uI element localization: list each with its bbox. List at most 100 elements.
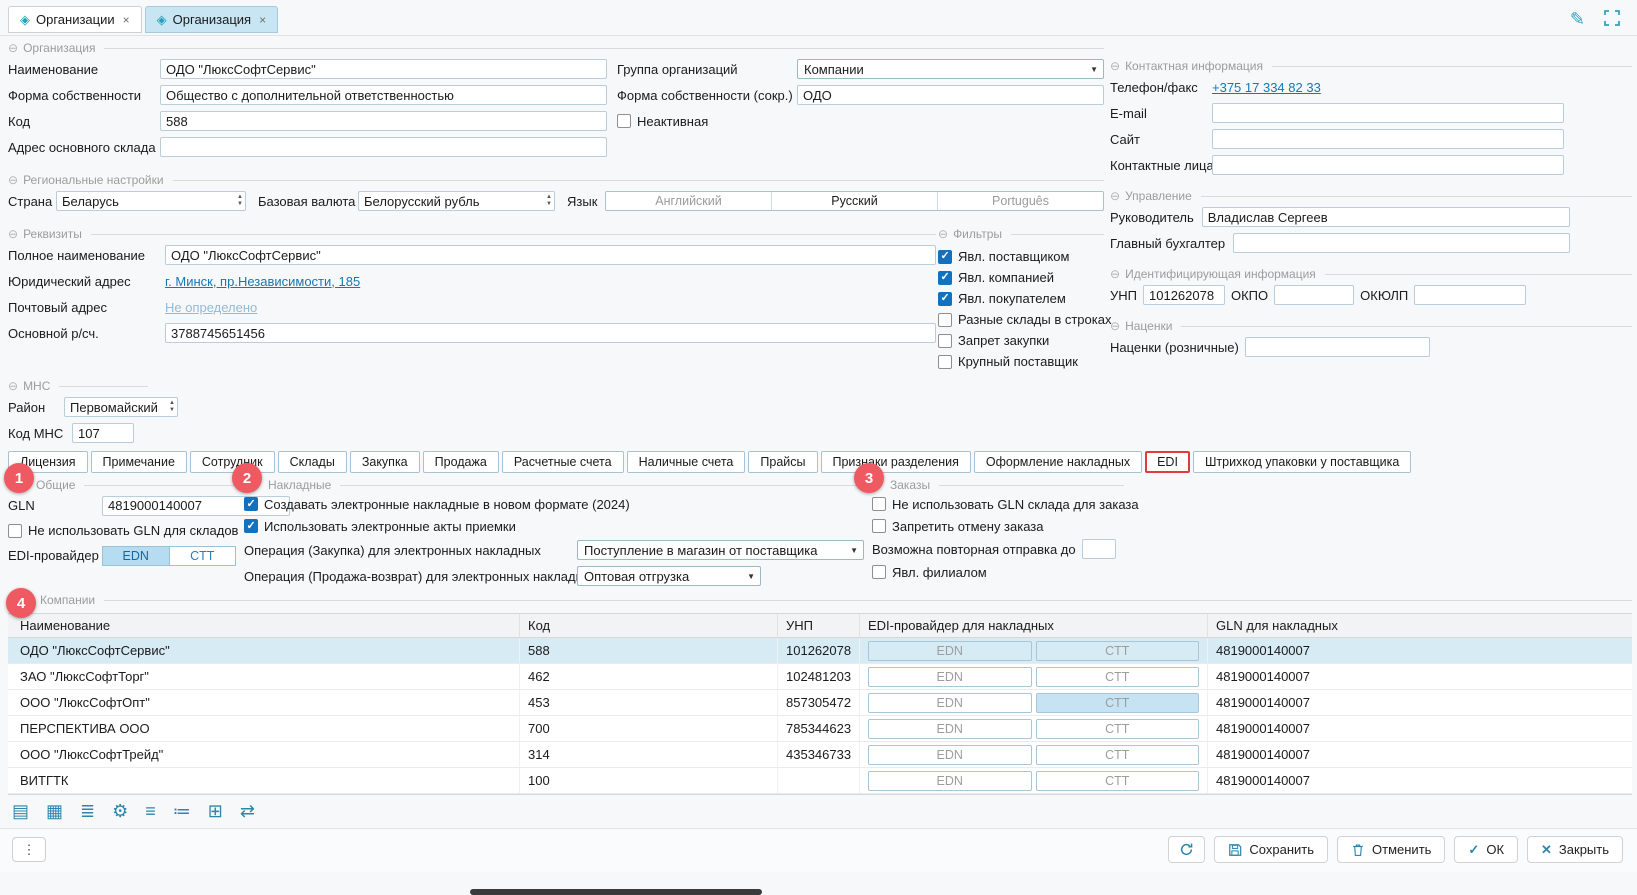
more-menu-button[interactable]: ⋮ <box>12 837 46 862</box>
contact-persons-input[interactable] <box>1212 155 1564 175</box>
filter-item[interactable]: Явл. покупателем <box>938 288 1104 309</box>
list-view-icon[interactable]: ▤ <box>12 802 29 820</box>
forbid-cancel-checkbox[interactable] <box>872 519 886 533</box>
ownership-input[interactable] <box>160 85 607 105</box>
cancel-button[interactable]: Отменить <box>1337 836 1445 863</box>
ok-button[interactable]: ✓ ОК <box>1454 836 1518 863</box>
filter-item[interactable]: Явл. компанией <box>938 267 1104 288</box>
ctt-button[interactable]: CTT <box>169 546 237 566</box>
column-header-edi-provider[interactable]: EDI-провайдер для накладных <box>860 614 1208 637</box>
collapse-icon[interactable]: ⊖ <box>1110 267 1120 281</box>
org-group-select[interactable]: Компании ▼ <box>797 59 1104 79</box>
edit-pencil-icon[interactable]: ✎ <box>1570 9 1585 30</box>
close-button[interactable]: ✕ Закрыть <box>1527 836 1623 863</box>
filter-item[interactable]: Запрет закупки <box>938 330 1104 351</box>
currency-input[interactable] <box>358 191 555 211</box>
edn-button[interactable]: EDN <box>102 546 170 566</box>
language-option[interactable]: Português <box>938 192 1103 210</box>
name-input[interactable] <box>160 59 607 79</box>
close-icon[interactable]: × <box>123 13 130 27</box>
edn-button[interactable]: EDN <box>868 641 1032 661</box>
ctt-button[interactable]: CTT <box>1036 771 1200 791</box>
filter-checkbox[interactable] <box>938 313 952 327</box>
okpo-input[interactable] <box>1274 285 1354 305</box>
table-row[interactable]: ООО "ЛюксСофтОпт"453857305472EDNCTT48190… <box>8 690 1632 716</box>
column-header-unp[interactable]: УНП <box>778 614 860 637</box>
inactive-checkbox[interactable] <box>617 114 631 128</box>
section-tab[interactable]: Склады <box>278 451 347 473</box>
table-row[interactable]: ОДО "ЛюксСофтСервис"588101262078EDNCTT48… <box>8 638 1632 664</box>
code-input[interactable] <box>160 111 607 131</box>
filter-checkbox[interactable] <box>938 250 952 264</box>
ctt-button[interactable]: CTT <box>1036 693 1200 713</box>
numbered-list-icon[interactable]: ≡ <box>145 802 156 820</box>
postal-address-link[interactable]: Не определено <box>165 300 257 315</box>
section-tab[interactable]: Штрихкод упаковки у поставщика <box>1193 451 1411 473</box>
okyulp-input[interactable] <box>1414 285 1526 305</box>
acceptance-acts-checkbox[interactable] <box>244 519 258 533</box>
filter-checkbox[interactable] <box>938 271 952 285</box>
spinner-icon[interactable]: ▲▼ <box>546 194 552 208</box>
edn-button[interactable]: EDN <box>868 719 1032 739</box>
filter-item[interactable]: Крупный поставщик <box>938 351 1104 372</box>
retail-markup-input[interactable] <box>1245 337 1430 357</box>
section-tab[interactable]: Сотрудник <box>190 451 275 473</box>
collapse-icon[interactable]: ⊖ <box>1110 319 1120 333</box>
purchase-op-select[interactable]: Поступление в магазин от поставщика ▼ <box>577 540 864 560</box>
email-input[interactable] <box>1212 103 1564 123</box>
collapse-icon[interactable]: ⊖ <box>8 41 18 55</box>
spinner-icon[interactable]: ▲▼ <box>237 194 243 208</box>
collapse-icon[interactable]: ⊖ <box>1110 59 1120 73</box>
doc-tab-organization[interactable]: ◈ Организация × <box>145 6 278 33</box>
head-input[interactable] <box>1202 207 1570 227</box>
language-option[interactable]: Английский <box>606 192 772 210</box>
collapse-icon[interactable]: ⊖ <box>938 227 948 241</box>
fullscreen-icon[interactable] <box>1603 9 1621 30</box>
ctt-button[interactable]: CTT <box>1036 641 1200 661</box>
grid-view-icon[interactable]: ▦ <box>46 802 63 820</box>
site-input[interactable] <box>1212 129 1564 149</box>
filter-item[interactable]: Явл. поставщиком <box>938 246 1104 267</box>
refresh-button[interactable] <box>1168 836 1205 863</box>
language-switch[interactable]: АнглийскийРусскийPortuguês <box>605 191 1104 211</box>
district-input[interactable] <box>64 397 178 417</box>
close-icon[interactable]: × <box>259 13 266 27</box>
section-tab[interactable]: Примечание <box>91 451 187 473</box>
edn-button[interactable]: EDN <box>868 745 1032 765</box>
section-tab[interactable]: EDI <box>1145 451 1190 473</box>
return-op-select[interactable]: Оптовая отгрузка ▼ <box>577 566 761 586</box>
edn-button[interactable]: EDN <box>868 667 1032 687</box>
column-header-gln[interactable]: GLN для накладных <box>1208 614 1632 637</box>
ctt-button[interactable]: CTT <box>1036 719 1200 739</box>
language-option[interactable]: Русский <box>772 192 938 210</box>
section-tab[interactable]: Закупка <box>350 451 420 473</box>
filter-icon[interactable]: ≣ <box>80 802 95 820</box>
save-button[interactable]: Сохранить <box>1214 836 1328 863</box>
table-row[interactable]: ЗАО "ЛюксСофтТорг"462102481203EDNCTT4819… <box>8 664 1632 690</box>
filter-item[interactable]: Разные склады в строках <box>938 309 1104 330</box>
no-gln-warehouses-checkbox[interactable] <box>8 524 22 538</box>
section-tab[interactable]: Расчетные счета <box>502 451 624 473</box>
is-branch-checkbox[interactable] <box>872 565 886 579</box>
settings-gear-icon[interactable]: ⚙ <box>112 802 128 820</box>
ctt-button[interactable]: CTT <box>1036 667 1200 687</box>
section-tab[interactable]: Продажа <box>423 451 499 473</box>
no-gln-order-checkbox[interactable] <box>872 497 886 511</box>
filter-checkbox[interactable] <box>938 292 952 306</box>
filter-checkbox[interactable] <box>938 334 952 348</box>
collapse-icon[interactable]: ⊖ <box>8 227 18 241</box>
section-tab[interactable]: Признаки разделения <box>821 451 971 473</box>
new-format-checkbox[interactable] <box>244 497 258 511</box>
table-row[interactable]: ВИТГТК100EDNCTT4819000140007 <box>8 768 1632 794</box>
group-list-icon[interactable]: ≔ <box>173 802 191 820</box>
ownership-short-input[interactable] <box>797 85 1104 105</box>
account-input[interactable] <box>165 323 936 343</box>
column-header-code[interactable]: Код <box>520 614 778 637</box>
full-name-input[interactable] <box>165 245 936 265</box>
table-row[interactable]: ПЕРСПЕКТИВА ООО700785344623EDNCTT4819000… <box>8 716 1632 742</box>
section-tab[interactable]: Наличные счета <box>627 451 746 473</box>
export-icon[interactable]: ⊞ <box>208 802 223 820</box>
district-field[interactable]: ▲▼ <box>64 397 178 417</box>
section-tab[interactable]: Прайсы <box>748 451 817 473</box>
legal-address-link[interactable]: г. Минск, пр.Независимости, 185 <box>165 274 360 289</box>
